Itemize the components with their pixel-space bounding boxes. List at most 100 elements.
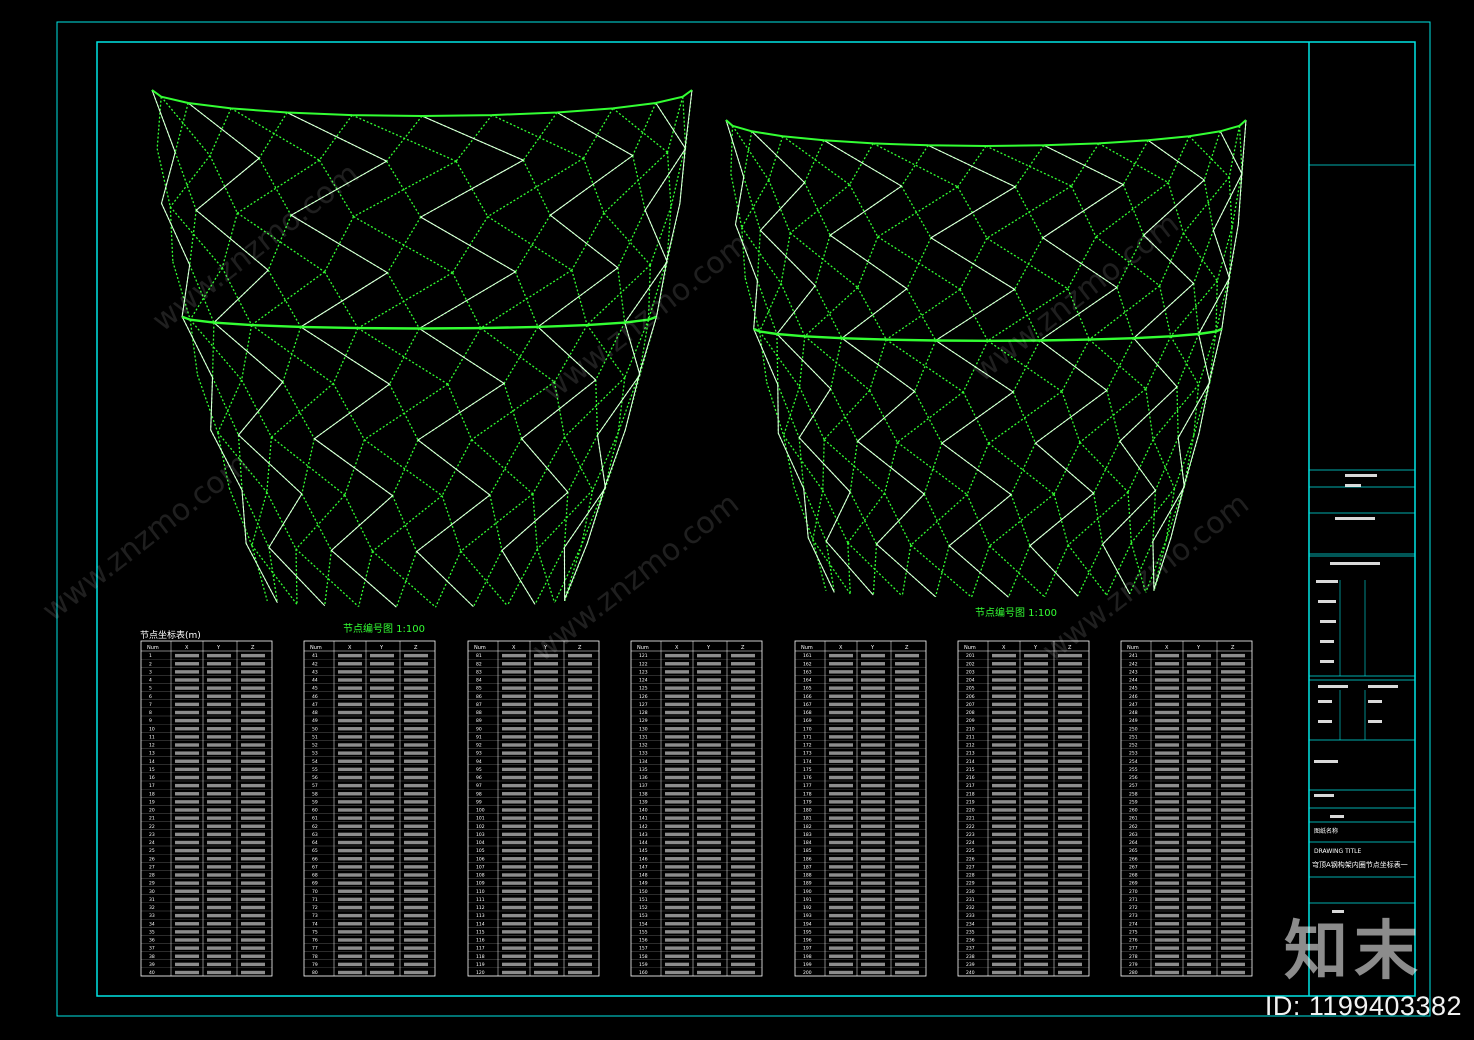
table-row-number: 143 <box>639 832 648 838</box>
table-row-number: 154 <box>639 921 648 927</box>
table-row-number: 67 <box>312 864 318 870</box>
table-row-number: 121 <box>639 653 648 659</box>
table-row-number: 79 <box>312 962 318 968</box>
table-header-cell: Num <box>147 645 159 651</box>
table-header-cell: Z <box>578 645 582 651</box>
table-row-number: 11 <box>149 734 155 740</box>
table-row-number: 10 <box>149 726 155 732</box>
table-row-number: 132 <box>639 743 648 749</box>
table-row-number: 78 <box>312 954 318 960</box>
table-row-number: 171 <box>803 734 812 740</box>
table-row-number: 217 <box>966 783 975 789</box>
table-header-cell: Num <box>1127 645 1139 651</box>
table-row-number: 92 <box>476 743 482 749</box>
table-row-number: 203 <box>966 669 975 675</box>
table-row-number: 91 <box>476 734 482 740</box>
table-row-number: 238 <box>966 954 975 960</box>
table-row-number: 73 <box>312 913 318 919</box>
table-row-number: 225 <box>966 848 975 854</box>
table-header-cell: X <box>185 645 189 651</box>
table-row-number: 14 <box>149 759 155 765</box>
table-row-number: 257 <box>1129 783 1138 789</box>
table-row-number: 32 <box>149 905 155 911</box>
table-row-number: 202 <box>966 661 975 667</box>
table-row-number: 192 <box>803 905 812 911</box>
table-header-cell: Z <box>905 645 909 651</box>
table-row-number: 118 <box>476 954 485 960</box>
table-row-number: 112 <box>476 905 485 911</box>
table-row-number: 269 <box>1129 881 1138 887</box>
table-row-number: 64 <box>312 840 318 846</box>
table-row-number: 165 <box>803 686 812 692</box>
table-row-number: 166 <box>803 694 812 700</box>
table-row-number: 65 <box>312 848 318 854</box>
table-row-number: 120 <box>476 970 485 976</box>
brand-logo: 知末 <box>1284 915 1424 989</box>
table-row-number: 61 <box>312 816 318 822</box>
table-header-cell: Num <box>637 645 649 651</box>
table-row-number: 260 <box>1129 808 1138 814</box>
table-row-number: 18 <box>149 791 155 797</box>
table-row-number: 211 <box>966 734 975 740</box>
table-row-number: 9 <box>149 718 152 724</box>
table-row-number: 68 <box>312 873 318 879</box>
table-row-number: 19 <box>149 799 155 805</box>
table-row-number: 180 <box>803 808 812 814</box>
table-row-number: 162 <box>803 661 812 667</box>
table-row-number: 159 <box>639 962 648 968</box>
table-header-cell: Num <box>310 645 322 651</box>
table-row-number: 4 <box>149 678 152 684</box>
table-row-number: 131 <box>639 734 648 740</box>
table-row-number: 219 <box>966 799 975 805</box>
table-row-number: 248 <box>1129 710 1138 716</box>
table-row-number: 201 <box>966 653 975 659</box>
table-header-cell: Y <box>706 645 711 651</box>
dome-view-left <box>151 89 693 608</box>
table-row-number: 276 <box>1129 938 1138 944</box>
table-row-number: 146 <box>639 856 648 862</box>
table-row-number: 184 <box>803 840 812 846</box>
table-row-number: 232 <box>966 905 975 911</box>
table-row-number: 3 <box>149 669 152 675</box>
table-row-number: 177 <box>803 783 812 789</box>
table-row-number: 155 <box>639 929 648 935</box>
table-row-number: 221 <box>966 816 975 822</box>
table-row-number: 98 <box>476 791 482 797</box>
table-row-number: 115 <box>476 929 485 935</box>
table-row-number: 175 <box>803 767 812 773</box>
table-row-number: 249 <box>1129 718 1138 724</box>
table-row-number: 38 <box>149 954 155 960</box>
table-row-number: 205 <box>966 686 975 692</box>
table-row-number: 142 <box>639 824 648 830</box>
table-row-number: 245 <box>1129 686 1138 692</box>
table-row-number: 111 <box>476 897 485 903</box>
table-row-number: 34 <box>149 921 155 927</box>
table-row-number: 66 <box>312 856 318 862</box>
table-row-number: 53 <box>312 751 318 757</box>
table-header-cell: Z <box>1231 645 1235 651</box>
table-row-number: 144 <box>639 840 648 846</box>
table-row-number: 46 <box>312 694 318 700</box>
table-header-cell: Y <box>870 645 875 651</box>
table-row-number: 88 <box>476 710 482 716</box>
table-row-number: 90 <box>476 726 482 732</box>
table-row-number: 231 <box>966 897 975 903</box>
table-row-number: 59 <box>312 799 318 805</box>
dome-view-right <box>725 119 1247 598</box>
table-row-number: 95 <box>476 767 482 773</box>
table-row-number: 277 <box>1129 946 1138 952</box>
table-row-number: 152 <box>639 905 648 911</box>
table-row-number: 51 <box>312 734 318 740</box>
table-row-number: 36 <box>149 938 155 944</box>
table-row-number: 239 <box>966 962 975 968</box>
table-row-number: 2 <box>149 661 152 667</box>
table-row-number: 15 <box>149 767 155 773</box>
table-header-cell: Z <box>1068 645 1072 651</box>
table-row-number: 139 <box>639 799 648 805</box>
image-id: ID: 1199403382 <box>1264 991 1462 1021</box>
table-row-number: 255 <box>1129 767 1138 773</box>
table-row-number: 280 <box>1129 970 1138 976</box>
table-row-number: 189 <box>803 881 812 887</box>
table-row-number: 227 <box>966 864 975 870</box>
table-header-cell: X <box>839 645 843 651</box>
